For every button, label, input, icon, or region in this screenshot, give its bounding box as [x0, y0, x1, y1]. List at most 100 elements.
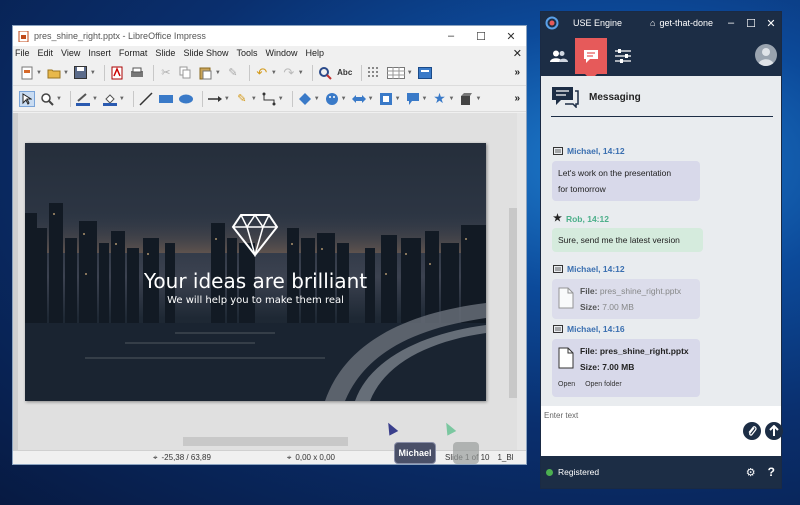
- line-color-icon[interactable]: [75, 91, 91, 107]
- basic-shapes-icon[interactable]: [297, 91, 313, 107]
- new-icon[interactable]: [19, 65, 35, 81]
- slide-title[interactable]: Your ideas are brilliant: [25, 269, 486, 293]
- image-icon[interactable]: [417, 65, 433, 81]
- menu-format[interactable]: Format: [119, 48, 148, 58]
- 3d-dropdown-icon[interactable]: ▼: [475, 96, 481, 102]
- symbol-shapes-dropdown-icon[interactable]: ▼: [341, 96, 347, 102]
- copy-icon[interactable]: [178, 65, 194, 81]
- block-arrows-dropdown-icon[interactable]: ▼: [368, 96, 374, 102]
- open-folder-link[interactable]: Open folder: [585, 381, 622, 388]
- tab-users[interactable]: [543, 40, 575, 72]
- menu-slide[interactable]: Slide: [155, 48, 175, 58]
- tab-settings[interactable]: [607, 40, 639, 72]
- send-button[interactable]: [765, 422, 783, 440]
- block-arrows-icon[interactable]: [351, 91, 367, 107]
- callout-icon[interactable]: [405, 91, 421, 107]
- zoom-icon[interactable]: [39, 91, 55, 107]
- vertical-scrollbar-thumb[interactable]: [509, 208, 517, 398]
- ellipse-icon[interactable]: [178, 91, 194, 107]
- panel-maximize-button[interactable]: ☐: [741, 17, 761, 30]
- line-color-dropdown-icon[interactable]: ▼: [92, 96, 98, 102]
- panel-minimize-button[interactable]: –: [721, 17, 741, 30]
- flowchart-dropdown-icon[interactable]: ▼: [395, 96, 401, 102]
- messages-area[interactable]: Messaging Michael, 14:12 Let's work on t…: [541, 76, 781, 406]
- undo-icon[interactable]: ↶: [254, 65, 270, 81]
- more-tools-icon[interactable]: »: [514, 67, 520, 78]
- clone-formatting-icon[interactable]: ✎: [225, 65, 241, 81]
- slide-subtitle[interactable]: We will help you to make them real: [25, 295, 486, 306]
- arrow-dropdown-icon[interactable]: ▼: [224, 96, 230, 102]
- menu-help[interactable]: Help: [306, 48, 325, 58]
- print-icon[interactable]: [129, 65, 145, 81]
- cut-icon[interactable]: ✂: [158, 65, 174, 81]
- file-message-bubble[interactable]: File: pres_shine_right.pptx Size: 7.00 M…: [552, 279, 700, 319]
- settings-gear-icon[interactable]: ⚙: [746, 466, 756, 479]
- rectangle-icon[interactable]: [158, 91, 174, 107]
- panel-close-button[interactable]: ✕: [761, 17, 781, 30]
- open-icon[interactable]: [46, 65, 62, 81]
- line-icon[interactable]: [138, 91, 154, 107]
- menu-window[interactable]: Window: [265, 48, 297, 58]
- redo-dropdown-icon[interactable]: ▼: [298, 70, 304, 76]
- minimize-button[interactable]: –: [436, 30, 466, 42]
- paste-icon[interactable]: [198, 65, 214, 81]
- slide-layout: 1_Bl: [497, 453, 514, 462]
- message-input-area[interactable]: Enter text: [541, 406, 783, 454]
- undo-dropdown-icon[interactable]: ▼: [271, 70, 277, 76]
- new-dropdown-icon[interactable]: ▼: [36, 70, 42, 76]
- file-message-bubble[interactable]: File: pres_shine_right.pptx Size: 7.00 M…: [552, 339, 700, 397]
- menu-edit[interactable]: Edit: [38, 48, 54, 58]
- export-pdf-icon[interactable]: [109, 65, 125, 81]
- horizontal-scrollbar-thumb[interactable]: [183, 437, 348, 446]
- callout-dropdown-icon[interactable]: ▼: [422, 96, 428, 102]
- paste-dropdown-icon[interactable]: ▼: [215, 70, 221, 76]
- toolbar-separator: [103, 64, 105, 81]
- avatar[interactable]: [755, 44, 777, 66]
- close-button[interactable]: ✕: [496, 30, 526, 43]
- stars-icon[interactable]: ★: [431, 90, 447, 107]
- open-dropdown-icon[interactable]: ▼: [63, 70, 69, 76]
- maximize-button[interactable]: ☐: [466, 30, 496, 43]
- arrow-line-icon[interactable]: [207, 91, 223, 107]
- menu-file[interactable]: File: [15, 48, 30, 58]
- slide-canvas[interactable]: Your ideas are brilliant We will help yo…: [25, 143, 486, 401]
- spelling-icon[interactable]: Abc: [337, 65, 353, 81]
- close-document-button[interactable]: ✕: [513, 47, 522, 60]
- message-sender: Michael, 14:16: [553, 324, 625, 334]
- table-icon[interactable]: [386, 65, 406, 81]
- symbol-shapes-icon[interactable]: [324, 91, 340, 107]
- menu-tools[interactable]: Tools: [236, 48, 257, 58]
- find-replace-icon[interactable]: [317, 65, 333, 81]
- connector-dropdown-icon[interactable]: ▼: [278, 96, 284, 102]
- 3d-objects-icon[interactable]: [458, 91, 474, 107]
- connector-icon[interactable]: [261, 91, 277, 107]
- save-dropdown-icon[interactable]: ▼: [90, 70, 96, 76]
- open-file-link[interactable]: Open: [558, 381, 575, 388]
- save-icon[interactable]: [73, 65, 89, 81]
- menu-view[interactable]: View: [61, 48, 80, 58]
- stars-dropdown-icon[interactable]: ▼: [448, 96, 454, 102]
- more-drawing-tools-icon[interactable]: »: [514, 93, 520, 104]
- vertical-scrollbar[interactable]: [517, 113, 526, 450]
- fill-color-dropdown-icon[interactable]: ▼: [119, 96, 125, 102]
- fill-color-icon[interactable]: [102, 91, 118, 107]
- slide-pane-handle[interactable]: [13, 113, 18, 450]
- tab-messaging[interactable]: [575, 38, 607, 80]
- select-icon[interactable]: [19, 90, 35, 107]
- section-title: Messaging: [589, 91, 641, 103]
- message-input[interactable]: Enter text: [544, 411, 578, 420]
- curve-icon[interactable]: ✎: [234, 91, 250, 107]
- grid-icon[interactable]: [366, 65, 382, 81]
- table-dropdown-icon[interactable]: ▼: [407, 70, 413, 76]
- menu-slide-show[interactable]: Slide Show: [183, 48, 228, 58]
- attach-button[interactable]: [743, 422, 761, 440]
- flowchart-icon[interactable]: [378, 91, 394, 107]
- zoom-dropdown-icon[interactable]: ▼: [56, 96, 62, 102]
- redo-icon[interactable]: ↷: [281, 65, 297, 81]
- slide-edit-area[interactable]: Your ideas are brilliant We will help yo…: [13, 113, 526, 450]
- curve-dropdown-icon[interactable]: ▼: [251, 96, 257, 102]
- menu-insert[interactable]: Insert: [88, 48, 111, 58]
- help-button[interactable]: ?: [768, 465, 775, 479]
- position-icon: ⌖: [153, 452, 158, 462]
- basic-shapes-dropdown-icon[interactable]: ▼: [314, 96, 320, 102]
